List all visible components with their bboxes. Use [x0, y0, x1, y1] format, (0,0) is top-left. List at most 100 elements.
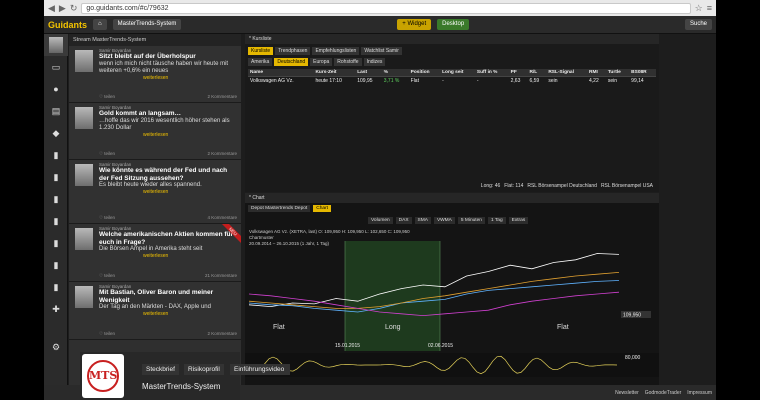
- column-header[interactable]: Position: [408, 69, 441, 77]
- desktop-button[interactable]: Desktop: [437, 19, 470, 30]
- post-footer: ♡ teilen 4 Kommentare: [99, 215, 237, 221]
- post-footer: ♡ teilen 2 Kommentare: [99, 331, 237, 337]
- kurs-footer: Long: 46 Flat: 114 RSL Börsenampel Deuts…: [481, 183, 653, 189]
- desktop-icon[interactable]: ▭: [44, 56, 68, 78]
- like-icon[interactable]: ♡ teilen: [99, 151, 115, 157]
- list-item[interactable]: NEU Samir Boyardan Welche amerikanischen…: [69, 224, 241, 282]
- briefcase-icon[interactable]: ▤: [44, 100, 68, 122]
- ampel-us-link[interactable]: RSL Börsenampel USA: [601, 183, 653, 189]
- comment-count[interactable]: 21 Kommentare: [205, 273, 237, 279]
- guidants-logo[interactable]: Guidants: [48, 20, 87, 30]
- column-header[interactable]: Turtle: [605, 69, 630, 77]
- tab-chart[interactable]: Chart: [313, 205, 331, 212]
- workspace-select[interactable]: MasterTrends-System: [112, 19, 182, 30]
- tab-indizes[interactable]: Indizes: [363, 58, 386, 66]
- column-header[interactable]: Suff in %: [474, 69, 509, 77]
- post-title[interactable]: Mit Bastian, Oliver Baron und meiner Wen…: [99, 289, 237, 304]
- user-icon[interactable]: ●: [44, 78, 68, 100]
- read-more-link[interactable]: weiterlesen: [143, 311, 237, 317]
- like-icon[interactable]: ♡ teilen: [99, 273, 115, 279]
- osc-label: 80,000: [625, 355, 641, 361]
- avatar[interactable]: [44, 34, 68, 56]
- column-header[interactable]: BS08R: [629, 69, 656, 77]
- table-cell: 6,59: [527, 76, 547, 85]
- comment-count[interactable]: 4 Kommentare: [207, 215, 237, 221]
- column-header[interactable]: Long seit: [440, 69, 475, 77]
- kursliste-widget: * Kursliste Kursliste Trendphasen Empfeh…: [245, 34, 659, 192]
- tab-amerika[interactable]: Amerika: [248, 58, 273, 66]
- tab-einfuehrungsvideo[interactable]: Einführungsvideo: [230, 364, 290, 375]
- newsletter-link[interactable]: Newsletter: [615, 390, 639, 396]
- kurs-subtabs: Amerika Deutschland Europa Rohstoffe Ind…: [245, 55, 659, 66]
- column-header[interactable]: PF: [508, 69, 528, 77]
- new-ribbon: NEU: [215, 224, 241, 250]
- gear-icon[interactable]: ⚙: [44, 336, 68, 358]
- read-more-link[interactable]: weiterlesen: [143, 253, 237, 259]
- like-icon[interactable]: ♡ teilen: [99, 331, 115, 337]
- tab-risikoprofil[interactable]: Risikoprofil: [184, 364, 224, 375]
- back-icon[interactable]: ◀: [48, 3, 55, 14]
- table-row[interactable]: Volkswagen AG Vz. heute 17:10 109,95 3,7…: [248, 76, 656, 85]
- tab-trendphasen[interactable]: Trendphasen: [275, 47, 311, 55]
- add-widget-button[interactable]: + Widget: [397, 19, 432, 30]
- tab-rohstoffe[interactable]: Rohstoffe: [334, 58, 362, 66]
- bookmark-icon[interactable]: ▮: [44, 254, 68, 276]
- comment-count[interactable]: 2 Kommentare: [207, 151, 237, 157]
- search-button[interactable]: Suche: [685, 19, 713, 30]
- post-title[interactable]: Wie könnte es während der Fed und nach d…: [99, 167, 237, 182]
- star-icon[interactable]: ☆: [695, 3, 703, 14]
- column-header[interactable]: Kurs-Zeit: [313, 69, 356, 77]
- reload-icon[interactable]: ↻: [70, 3, 78, 14]
- bookmark-icon[interactable]: ▮: [44, 144, 68, 166]
- read-more-link[interactable]: weiterlesen: [143, 75, 237, 81]
- column-header[interactable]: RMI: [587, 69, 606, 77]
- bookmark-icon[interactable]: ▮: [44, 232, 68, 254]
- post-title[interactable]: Gold kommt an langsam…: [99, 110, 237, 118]
- list-item[interactable]: Samir Boyardan Wie könnte es während der…: [69, 160, 241, 224]
- forward-icon[interactable]: ▶: [59, 3, 66, 14]
- vwma-button[interactable]: VWMA: [433, 217, 455, 224]
- tag-icon[interactable]: ◆: [44, 122, 68, 144]
- list-item[interactable]: Samir Boyardan Mit Bastian, Oliver Baron…: [69, 282, 241, 340]
- price-chart[interactable]: Flat Long Flat 109,950 15.01.2015 02.06.…: [245, 241, 659, 391]
- add-icon[interactable]: ✚: [44, 298, 68, 320]
- read-more-link[interactable]: weiterlesen: [143, 132, 237, 138]
- godmode-link[interactable]: GodmodeTrader: [645, 390, 682, 396]
- sma-button[interactable]: SMA: [414, 217, 431, 224]
- extras-button[interactable]: Extras: [508, 217, 529, 224]
- column-header[interactable]: Last: [355, 69, 382, 77]
- comment-count[interactable]: 2 Kommentare: [207, 331, 237, 337]
- ampel-de-link[interactable]: RSL Börsenampel Deutschland: [527, 183, 597, 189]
- home-icon[interactable]: ⌂: [93, 19, 107, 30]
- address-bar[interactable]: go.guidants.com/#c/79632: [81, 2, 691, 14]
- like-icon[interactable]: ♡ teilen: [99, 215, 115, 221]
- bookmark-icon[interactable]: ▮: [44, 188, 68, 210]
- volume-button[interactable]: Volumen: [368, 217, 393, 224]
- like-icon[interactable]: ♡ teilen: [99, 94, 115, 100]
- list-item[interactable]: Samir Boyardan Sitzt bleibt auf der Über…: [69, 46, 241, 103]
- column-header[interactable]: Name: [248, 69, 314, 77]
- tab-steckbrief[interactable]: Steckbrief: [142, 364, 179, 375]
- read-more-link[interactable]: weiterlesen: [143, 189, 237, 195]
- stream-title: Stream MasterTrends-System: [73, 37, 147, 43]
- impressum-link[interactable]: Impressum: [687, 390, 712, 396]
- post-title[interactable]: Sitzt bleibt auf der Überholspur: [99, 53, 237, 61]
- bookmark-icon[interactable]: ▮: [44, 210, 68, 232]
- tab-watchlist[interactable]: Watchlist Samir: [361, 47, 402, 55]
- column-header[interactable]: %: [381, 69, 409, 77]
- column-header[interactable]: RSL-Signal: [546, 69, 587, 77]
- tab-deutschland[interactable]: Deutschland: [274, 58, 309, 66]
- tab-kursliste[interactable]: Kursliste: [248, 47, 274, 55]
- comment-count[interactable]: 2 Kommentare: [207, 94, 237, 100]
- bookmark-icon[interactable]: ▮: [44, 166, 68, 188]
- dax-button[interactable]: DAX: [395, 217, 412, 224]
- range-select[interactable]: 1 Tag: [487, 217, 506, 224]
- tab-depot[interactable]: Depot Mastertrends Depot: [248, 205, 311, 212]
- list-item[interactable]: Samir Boyardan Gold kommt an langsam… …h…: [69, 103, 241, 160]
- menu-icon[interactable]: ≡: [707, 3, 712, 13]
- tab-empfehlungslisten[interactable]: Empfehlungslisten: [312, 47, 360, 55]
- tab-europa[interactable]: Europa: [310, 58, 333, 66]
- bookmark-icon[interactable]: ▮: [44, 276, 68, 298]
- interval-select[interactable]: 5 Minuten: [457, 217, 485, 224]
- column-header[interactable]: R/L: [527, 69, 547, 77]
